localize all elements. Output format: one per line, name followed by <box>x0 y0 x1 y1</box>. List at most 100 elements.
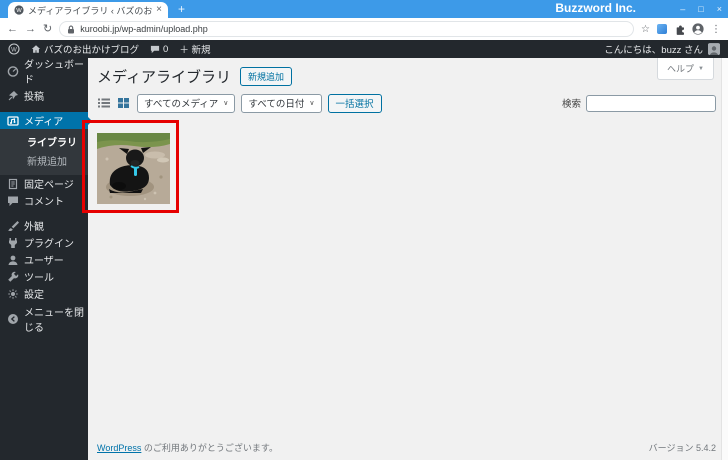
profile-icon[interactable] <box>692 23 704 35</box>
home-icon <box>31 44 41 54</box>
tab-close-icon[interactable]: × <box>156 5 162 15</box>
sidebar-item-pages[interactable]: 固定ページ <box>0 175 88 192</box>
help-label: ヘルプ <box>667 62 694 75</box>
sidebar-item-label: ツール <box>24 269 54 284</box>
sidebar-item-plugins[interactable]: プラグイン <box>0 234 88 251</box>
appearance-brush-icon <box>7 220 19 232</box>
sidebar-item-label: ユーザー <box>24 252 64 267</box>
media-toolbar: すべてのメディア ∨ すべての日付 ∨ 一括選択 検索 <box>97 93 716 113</box>
sidebar-item-comments[interactable]: コメント <box>0 192 88 209</box>
sidebar-item-label: 外観 <box>24 218 44 233</box>
comment-bubble-icon <box>150 45 160 54</box>
sidebar-item-appearance[interactable]: 外観 <box>0 217 88 234</box>
submenu-item-add-new[interactable]: 新規追加 <box>0 151 88 170</box>
plugin-icon <box>7 237 19 249</box>
help-button[interactable]: ヘルプ ▼ <box>657 58 714 80</box>
back-icon[interactable]: ← <box>7 24 18 35</box>
list-view-icon[interactable] <box>97 97 111 109</box>
date-filter-value: すべての日付 <box>248 96 304 110</box>
browser-titlebar: W メディアライブラリ ‹ バズのお出かけブログ × + Buzzword In… <box>0 0 728 18</box>
media-icon <box>7 115 19 127</box>
dashboard-icon <box>7 65 19 77</box>
scrollbar-track[interactable] <box>721 58 728 460</box>
browser-tab[interactable]: W メディアライブラリ ‹ バズのお出かけブログ × <box>8 2 168 18</box>
tab-title: メディアライブラリ ‹ バズのお出かけブログ <box>28 4 152 17</box>
submenu-item-library[interactable]: ライブラリ <box>0 132 88 151</box>
page-title: メディアライブラリ <box>97 66 231 87</box>
svg-text:W: W <box>11 47 17 53</box>
media-submenu: ライブラリ 新規追加 <box>0 129 88 175</box>
new-tab-button[interactable]: + <box>178 1 185 17</box>
sidebar-item-dashboard[interactable]: ダッシュボード <box>0 62 88 79</box>
svg-text:W: W <box>16 8 22 14</box>
url-text: kuroobi.jp/wp-admin/upload.php <box>80 24 208 34</box>
sidebar-item-label: 固定ページ <box>24 176 74 191</box>
footer: WordPress のご利用ありがとうございます。 バージョン 5.4.2 <box>97 441 716 454</box>
wordpress-link[interactable]: WordPress <box>97 443 141 453</box>
browser-menu-icon[interactable]: ⋮ <box>711 24 721 35</box>
user-avatar[interactable] <box>708 43 720 55</box>
admin-bar-comments[interactable]: 0 <box>150 44 168 55</box>
address-bar[interactable]: kuroobi.jp/wp-admin/upload.php <box>59 21 634 37</box>
window-maximize-button[interactable]: □ <box>698 5 703 14</box>
sidebar-item-users[interactable]: ユーザー <box>0 251 88 268</box>
media-attachment-thumbnail[interactable] <box>97 133 170 204</box>
sidebar-item-label: メニューを閉じる <box>24 304 88 334</box>
wp-admin-bar: W バズのお出かけブログ 0 ＋ 新規 こんにちは、buzz さん <box>0 40 728 58</box>
wp-sidebar: ダッシュボード 投稿 メディア ライブラリ 新規追加 固定ページ コメント 外観 <box>0 58 88 460</box>
window-close-button[interactable]: × <box>717 5 722 14</box>
new-label: ＋ 新規 <box>179 42 210 56</box>
forward-icon[interactable]: → <box>25 24 36 35</box>
comments-icon <box>7 195 19 207</box>
admin-bar-new-button[interactable]: ＋ 新規 <box>179 42 210 56</box>
admin-bar-site-link[interactable]: バズのお出かけブログ <box>31 42 139 56</box>
pushpin-icon <box>7 90 19 102</box>
footer-version: バージョン 5.4.2 <box>649 441 716 454</box>
admin-bar-greeting[interactable]: こんにちは、buzz さん <box>604 42 703 56</box>
wordpress-favicon: W <box>14 5 24 15</box>
sidebar-item-label: コメント <box>24 193 64 208</box>
media-library-page: メディアライブラリ 新規追加 ヘルプ ▼ すべてのメディア ∨ すべての日付 ∨… <box>88 58 728 460</box>
settings-gear-icon <box>7 288 19 300</box>
window-title: Buzzword Inc. <box>555 0 636 18</box>
bulk-select-button[interactable]: 一括選択 <box>328 94 382 113</box>
sidebar-item-label: 投稿 <box>24 88 44 103</box>
media-type-filter-value: すべてのメディア <box>144 96 218 110</box>
sidebar-item-media[interactable]: メディア <box>0 112 88 129</box>
comment-count: 0 <box>163 44 168 55</box>
sidebar-item-collapse-menu[interactable]: メニューを閉じる <box>0 310 88 327</box>
chevron-down-icon: ▼ <box>698 66 704 72</box>
wrench-icon <box>7 271 19 283</box>
footer-thanks: WordPress のご利用ありがとうございます。 <box>97 441 278 454</box>
window-minimize-button[interactable]: – <box>680 5 685 14</box>
chevron-down-icon: ∨ <box>309 99 314 107</box>
black-lamb-photo <box>97 133 170 204</box>
sidebar-separator <box>0 209 88 217</box>
grid-view-icon[interactable] <box>117 97 131 109</box>
chevron-down-icon: ∨ <box>223 99 228 107</box>
search-label: 検索 <box>562 96 581 110</box>
pages-icon <box>7 178 19 190</box>
extension-icon[interactable] <box>657 24 667 34</box>
add-new-button[interactable]: 新規追加 <box>240 67 292 86</box>
date-filter[interactable]: すべての日付 ∨ <box>241 94 321 113</box>
browser-window: W メディアライブラリ ‹ バズのお出かけブログ × + Buzzword In… <box>0 0 728 460</box>
site-name: バズのお出かけブログ <box>44 42 139 56</box>
sidebar-item-posts[interactable]: 投稿 <box>0 87 88 104</box>
sidebar-item-settings[interactable]: 設定 <box>0 285 88 302</box>
sidebar-separator <box>0 104 88 112</box>
sidebar-item-tools[interactable]: ツール <box>0 268 88 285</box>
sidebar-item-label: 設定 <box>24 286 44 301</box>
media-search-input[interactable] <box>586 95 716 112</box>
sidebar-item-label: プラグイン <box>24 235 74 250</box>
reload-icon[interactable]: ↻ <box>43 24 52 35</box>
extensions-puzzle-icon[interactable] <box>674 24 685 35</box>
browser-toolbar: ← → ↻ kuroobi.jp/wp-admin/upload.php ☆ ⋮ <box>0 18 728 40</box>
users-icon <box>7 254 19 266</box>
media-type-filter[interactable]: すべてのメディア ∨ <box>137 94 235 113</box>
collapse-menu-icon <box>7 313 19 325</box>
lock-icon <box>67 25 75 34</box>
wordpress-logo-icon[interactable]: W <box>8 43 20 55</box>
sidebar-item-label: ダッシュボード <box>24 56 88 86</box>
bookmark-star-icon[interactable]: ☆ <box>641 24 650 35</box>
